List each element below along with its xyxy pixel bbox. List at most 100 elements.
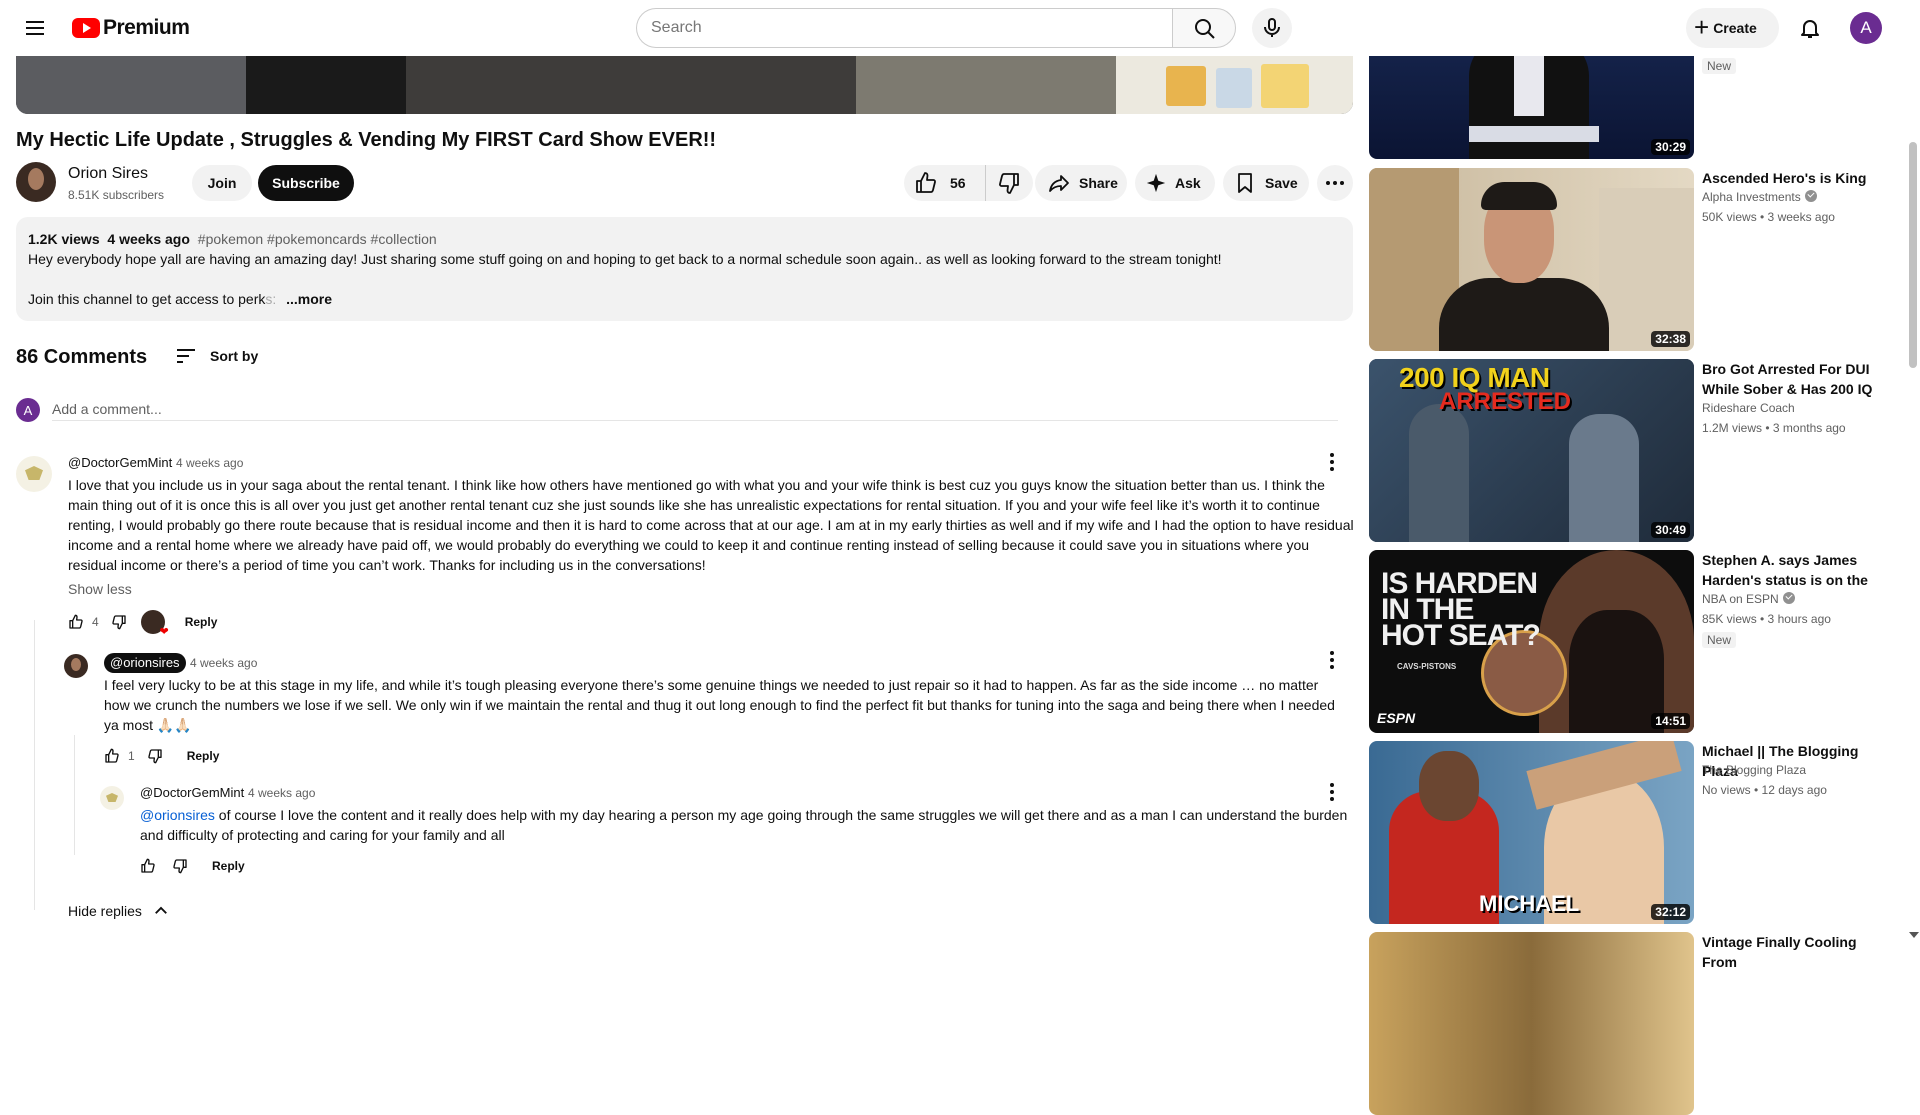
creator-author-badge[interactable]: @orionsires (104, 653, 186, 673)
related-video[interactable]: MICHAEL 32:12 Michael || The Blogging Pl… (1369, 741, 1874, 924)
account-avatar[interactable]: A (1850, 12, 1882, 44)
page-scrollbar[interactable] (1906, 56, 1920, 945)
description-more-link[interactable]: ...more (286, 291, 332, 307)
share-button[interactable]: Share (1035, 165, 1127, 201)
comment-time[interactable]: 4 weeks ago (176, 456, 243, 470)
microphone-icon (1264, 18, 1280, 37)
related-meta: 50K views • 3 weeks ago (1702, 210, 1835, 224)
channel-avatar[interactable] (16, 162, 56, 202)
video-title: My Hectic Life Update , Struggles & Vend… (16, 129, 717, 151)
save-button[interactable]: Save (1223, 165, 1309, 201)
scrollbar-thumb[interactable] (1909, 142, 1917, 368)
scroll-down-arrow-icon[interactable] (1909, 932, 1919, 938)
logo-text: Premium (103, 16, 190, 39)
sort-by-label: Sort by (210, 348, 259, 364)
reply-like-button[interactable] (136, 854, 160, 878)
related-meta: 85K views • 3 hours ago (1702, 612, 1831, 626)
like-dislike-group: 56 (904, 165, 1033, 201)
related-thumbnail[interactable]: 200 IQ MAN ARRESTED 30:49 (1369, 359, 1694, 542)
reply-reply-button[interactable]: Reply (212, 859, 245, 873)
related-thumbnail[interactable]: IS HARDEN IN THE HOT SEAT? CAVS-PISTONS … (1369, 550, 1694, 733)
more-actions-button[interactable] (1317, 165, 1353, 201)
related-video[interactable]: 32:38 Ascended Hero's is King Alpha Inve… (1369, 168, 1874, 351)
commenter-avatar: A (16, 398, 40, 422)
voice-search-button[interactable] (1252, 8, 1292, 48)
ask-button[interactable]: Ask (1135, 165, 1215, 201)
youtube-premium-logo[interactable]: Premium (72, 16, 190, 40)
related-title[interactable]: Bro Got Arrested For DUI While Sober & H… (1702, 359, 1874, 399)
ask-label: Ask (1175, 175, 1201, 191)
channel-name[interactable]: Orion Sires (68, 165, 148, 183)
subscribe-button[interactable]: Subscribe (258, 165, 354, 201)
related-thumbnail[interactable]: MICHAEL 32:12 (1369, 741, 1694, 924)
thumb-text: ARRESTED (1439, 388, 1572, 415)
hashtags[interactable]: #pokemon #pokemoncards #collection (198, 231, 437, 247)
related-title[interactable]: Stephen A. says James Harden's status is… (1702, 550, 1874, 590)
comment-menu-button[interactable] (1320, 450, 1344, 474)
join-button[interactable]: Join (192, 165, 252, 201)
menu-icon[interactable] (20, 13, 50, 43)
description-meta: 1.2K views 4 weeks ago #pokemon #pokemon… (28, 229, 1341, 249)
reply-like-button[interactable] (100, 744, 124, 768)
related-channel[interactable]: The Blogging Plaza (1702, 763, 1806, 777)
reply-dislike-button[interactable] (143, 744, 167, 768)
reply-time[interactable]: 4 weeks ago (190, 656, 257, 670)
video-duration: 30:49 (1651, 522, 1690, 538)
description-box[interactable]: 1.2K views 4 weeks ago #pokemon #pokemon… (16, 217, 1353, 321)
thread-connector (34, 620, 35, 910)
comment-like-button[interactable] (64, 610, 88, 634)
reply-author-avatar[interactable] (100, 786, 124, 810)
verified-icon (1804, 190, 1817, 202)
search-button[interactable] (1172, 8, 1236, 48)
reply-text-body: of course I love the content and it real… (140, 807, 1348, 843)
reply-menu-button[interactable] (1320, 780, 1344, 804)
like-button[interactable]: 56 (904, 165, 986, 201)
thumbs-down-icon (173, 859, 187, 874)
mention-link[interactable]: @orionsires (140, 807, 215, 823)
related-channel[interactable]: Alpha Investments (1702, 190, 1817, 204)
reply-dislike-button[interactable] (168, 854, 192, 878)
related-title[interactable]: Ascended Hero's is King (1702, 168, 1874, 188)
thumb-text: CAVS-PISTONS (1397, 662, 1457, 671)
comment-like-count: 4 (92, 615, 99, 629)
reply-author[interactable]: @DoctorGemMint (140, 785, 244, 800)
verified-icon (1782, 592, 1795, 604)
related-channel[interactable]: NBA on ESPN (1702, 592, 1795, 606)
search-input[interactable] (636, 8, 1172, 48)
related-thumbnail[interactable]: 32:38 (1369, 168, 1694, 351)
show-less-button[interactable]: Show less (68, 581, 132, 597)
hide-replies-button[interactable]: Hide replies (68, 902, 170, 920)
related-video[interactable]: Vintage Finally Cooling From (1369, 932, 1874, 1115)
related-title[interactable]: Vintage Finally Cooling From (1702, 932, 1874, 972)
related-thumbnail[interactable] (1369, 932, 1694, 1115)
sort-by-button[interactable]: Sort by (174, 344, 258, 368)
description-line-1: Hey everybody hope yall are having an am… (28, 251, 1222, 267)
video-duration: 32:38 (1651, 331, 1690, 347)
related-channel[interactable]: Rideshare Coach (1702, 401, 1795, 415)
create-label: Create (1713, 20, 1757, 36)
comment-dislike-button[interactable] (107, 610, 131, 634)
comment-reply-button[interactable]: Reply (185, 615, 218, 629)
reply-time[interactable]: 4 weeks ago (248, 786, 315, 800)
dislike-button[interactable] (986, 165, 1032, 201)
reply-menu-button[interactable] (1320, 648, 1344, 672)
thread-connector-nested (74, 735, 75, 855)
reply-like-count: 1 (128, 749, 135, 763)
more-vertical-icon (1330, 651, 1334, 669)
related-video[interactable]: IS HARDEN IN THE HOT SEAT? CAVS-PISTONS … (1369, 550, 1874, 733)
thumbs-down-icon (999, 173, 1019, 194)
add-comment-input[interactable] (52, 397, 1338, 421)
upload-age: 4 weeks ago (107, 231, 190, 247)
comment-author-avatar[interactable] (16, 456, 52, 492)
comment-author[interactable]: @DoctorGemMint (68, 455, 172, 470)
video-player[interactable] (16, 56, 1353, 114)
more-vertical-icon (1330, 453, 1334, 471)
related-video[interactable]: 200 IQ MAN ARRESTED 30:49 Bro Got Arrest… (1369, 359, 1874, 542)
create-button[interactable]: + Create (1686, 8, 1779, 48)
reply-actions: Reply (136, 854, 245, 878)
reply-reply-button[interactable]: Reply (187, 749, 220, 763)
creator-heart-icon[interactable] (140, 610, 169, 638)
reply-author-avatar[interactable] (64, 654, 88, 678)
notifications-button[interactable] (1790, 8, 1830, 48)
youtube-play-icon (72, 18, 100, 38)
